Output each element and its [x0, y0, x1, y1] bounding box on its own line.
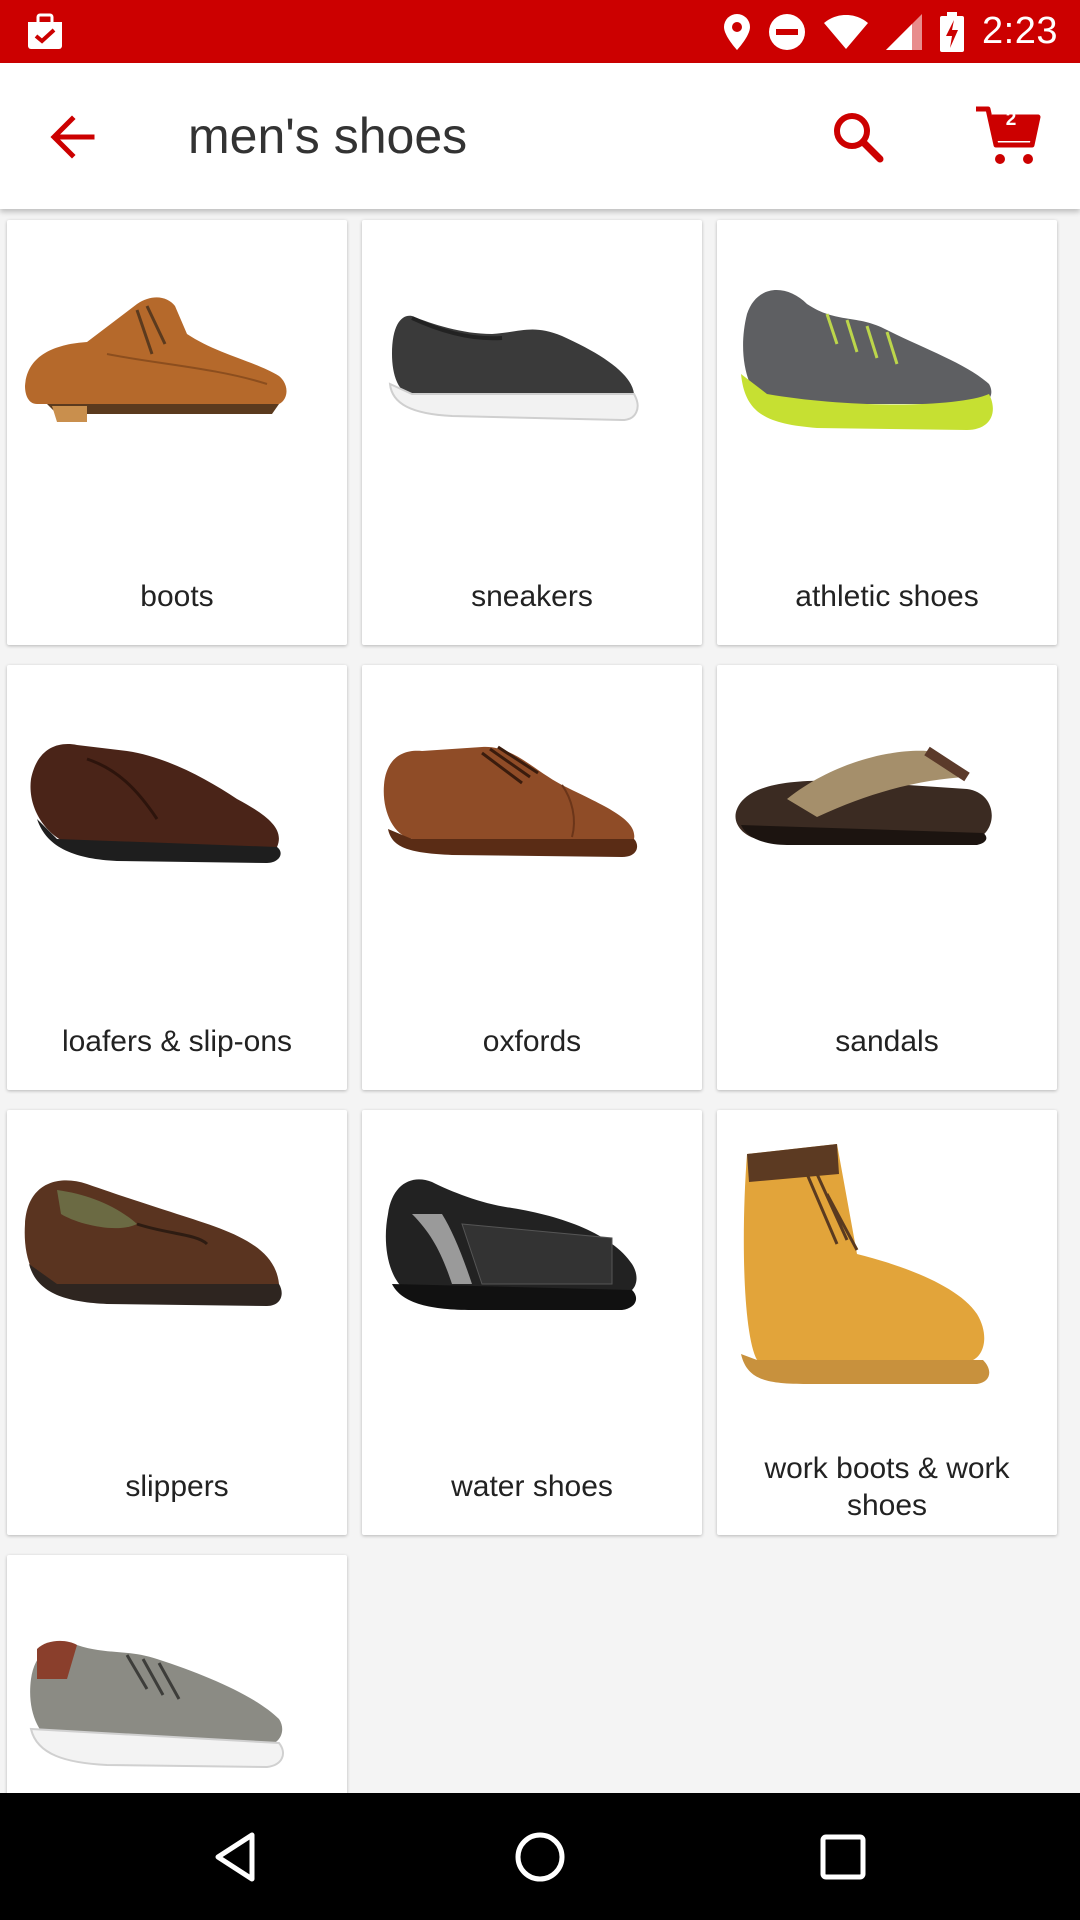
battery-charging-icon: [940, 11, 965, 52]
sneakers-image: [388, 315, 639, 422]
nav-back-icon[interactable]: [208, 1827, 268, 1887]
status-bar: 2:23: [0, 0, 1080, 63]
water-shoes-image: [385, 1179, 637, 1310]
category-tile-loafers-slip-ons[interactable]: loafers & slip-ons: [7, 665, 347, 1090]
cart-count-badge: 2: [1005, 109, 1017, 130]
category-grid: boots sneakers athletic shoes loafers & …: [0, 210, 1080, 1793]
category-label: water shoes: [451, 1470, 613, 1503]
boots-image: [25, 297, 287, 422]
category-tile-athletic-shoes[interactable]: athletic shoes: [717, 220, 1057, 645]
arrow-back-icon[interactable]: [42, 107, 102, 167]
category-tile-slippers[interactable]: slippers: [7, 1110, 347, 1535]
system-nav-bar: [0, 1793, 1080, 1920]
slippers-image: [24, 1180, 282, 1306]
work-boots-image: [741, 1144, 990, 1384]
sandals-image: [735, 746, 992, 845]
category-tile-water-shoes[interactable]: water shoes: [362, 1110, 702, 1535]
category-tile-work-boots-work-shoes[interactable]: work boots & work shoes: [717, 1110, 1057, 1535]
category-tile-oxfords[interactable]: oxfords: [362, 665, 702, 1090]
category-tile-boots[interactable]: boots: [7, 220, 347, 645]
category-label: sneakers: [471, 580, 593, 613]
search-icon[interactable]: [828, 107, 888, 167]
category-label: slippers: [125, 1470, 229, 1503]
casual-sneaker-image: [29, 1640, 284, 1769]
oxfords-image: [383, 745, 638, 857]
category-label: loafers & slip-ons: [61, 1025, 293, 1058]
loafers-image: [30, 744, 281, 863]
category-label: boots: [140, 580, 214, 613]
nav-recents-icon[interactable]: [813, 1827, 873, 1887]
category-label: sandals: [835, 1025, 939, 1058]
category-label: oxfords: [482, 1025, 582, 1058]
nav-home-icon[interactable]: [510, 1827, 570, 1887]
category-label: athletic shoes: [795, 580, 979, 613]
signal-icon: [886, 13, 923, 50]
page-title: men's shoes: [188, 108, 468, 164]
category-tile-partial[interactable]: [7, 1555, 347, 1793]
athletic-shoes-image: [741, 290, 993, 430]
cart-button[interactable]: 2: [972, 103, 1044, 169]
target-app-notification-icon: [28, 13, 62, 49]
app-bar: men's shoes 2: [0, 63, 1080, 209]
status-clock: 2:23: [982, 10, 1058, 52]
category-tile-sandals[interactable]: sandals: [717, 665, 1057, 1090]
do-not-disturb-icon: [769, 13, 806, 50]
category-label: work boots & work shoes: [764, 1452, 1010, 1522]
wifi-icon: [824, 14, 869, 49]
location-icon: [724, 13, 751, 50]
category-tile-sneakers[interactable]: sneakers: [362, 220, 702, 645]
